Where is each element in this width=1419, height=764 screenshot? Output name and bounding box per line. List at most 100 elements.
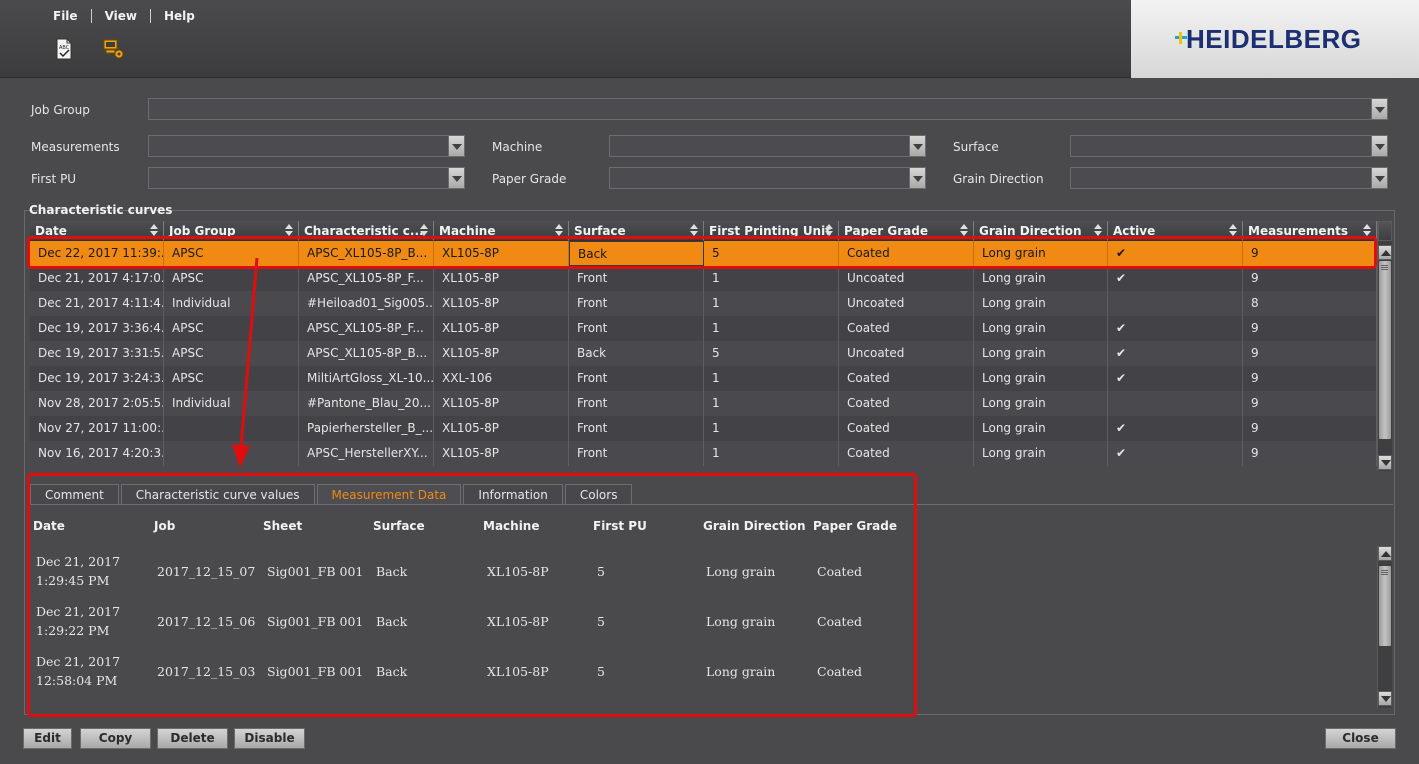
scroll-up-button[interactable] — [1378, 245, 1392, 260]
measurement-header-job[interactable]: Job — [154, 519, 175, 533]
column-header-active[interactable]: Active — [1108, 221, 1243, 241]
edit-button[interactable]: Edit — [23, 728, 72, 749]
menu-bar: File View Help — [40, 6, 208, 26]
sort-icon[interactable] — [825, 224, 833, 237]
surface-label: Surface — [953, 140, 999, 154]
cell-measurements: 9 — [1243, 266, 1377, 291]
chevron-down-icon[interactable] — [909, 136, 925, 156]
column-header-job-group[interactable]: Job Group — [164, 221, 299, 241]
paper-grade-combo[interactable] — [609, 167, 926, 189]
column-header-characteristic-curve[interactable]: Characteristic c... — [299, 221, 434, 241]
measurements-combo[interactable] — [148, 135, 465, 157]
chevron-down-icon[interactable] — [448, 136, 464, 156]
table-row[interactable]: Nov 16, 2017 4:20:3... APSC_HerstellerXY.… — [30, 441, 1377, 466]
sort-icon[interactable] — [960, 224, 968, 237]
column-header-label: First Printing Unit — [709, 224, 831, 238]
job-group-label: Job Group — [31, 103, 90, 117]
sort-icon[interactable] — [690, 224, 698, 237]
measurement-header-first-pu[interactable]: First PU — [593, 519, 647, 533]
scroll-thumb[interactable] — [1379, 566, 1391, 646]
measurement-row[interactable]: Dec 21, 2017 1:29:45 PM 2017_12_15_07 Sig00… — [30, 548, 1376, 598]
cell-characteristic-curve: APSC_XL105-8P_F... — [299, 266, 434, 291]
sort-icon[interactable] — [285, 224, 293, 237]
scroll-down-button[interactable] — [1378, 691, 1392, 706]
scroll-up-button[interactable] — [1378, 546, 1392, 561]
column-header-label: Grain Direction — [979, 224, 1082, 238]
spellcheck-doc-icon[interactable]: ABC — [53, 38, 75, 60]
job-group-combo[interactable] — [148, 98, 1388, 120]
delete-button[interactable]: Delete — [157, 728, 228, 749]
column-header-machine[interactable]: Machine — [434, 221, 569, 241]
measurement-header-date[interactable]: Date — [33, 519, 65, 533]
sort-icon[interactable] — [150, 224, 158, 237]
measurement-header-surface[interactable]: Surface — [373, 519, 425, 533]
tab-colors[interactable]: Colors — [564, 484, 633, 505]
tab-measurement-data[interactable]: Measurement Data — [316, 484, 462, 505]
scroll-down-button[interactable] — [1378, 455, 1392, 470]
measurement-header-sheet[interactable]: Sheet — [263, 519, 302, 533]
curves-scrollbar[interactable] — [1377, 221, 1392, 471]
first-pu-combo[interactable] — [148, 167, 465, 189]
table-row-selected[interactable]: Dec 22, 2017 11:39:... APSC APSC_XL105-8P_… — [30, 241, 1377, 266]
measurement-row[interactable]: Dec 21, 2017 1:29:22 PM 2017_12_15_06 Sig00… — [30, 598, 1376, 648]
menu-help[interactable]: Help — [151, 9, 208, 23]
disable-button[interactable]: Disable — [234, 728, 305, 749]
column-header-date[interactable]: Date — [30, 221, 164, 241]
tab-characteristic-curve-values[interactable]: Characteristic curve values — [120, 484, 315, 505]
table-row[interactable]: Dec 21, 2017 4:17:0... APSC APSC_XL105-8P_… — [30, 266, 1377, 291]
measurement-job: 2017_12_15_03 — [157, 664, 256, 679]
measurement-header-paper-grade[interactable]: Paper Grade — [813, 519, 897, 533]
cell-surface: Front — [569, 291, 704, 316]
close-button[interactable]: Close — [1325, 728, 1396, 749]
cell-measurements: 9 — [1243, 366, 1377, 391]
column-header-surface[interactable]: Surface — [569, 221, 704, 241]
column-header-paper-grade[interactable]: Paper Grade — [839, 221, 974, 241]
machine-combo[interactable] — [609, 135, 926, 157]
computer-settings-icon[interactable] — [103, 38, 125, 60]
chevron-down-icon[interactable] — [1371, 168, 1387, 188]
table-row[interactable]: Dec 21, 2017 4:11:4... Individual #Heiload… — [30, 291, 1377, 316]
surface-combo[interactable] — [1070, 135, 1388, 157]
cell-characteristic-curve: #Pantone_Blau_20... — [299, 391, 434, 416]
chevron-down-icon[interactable] — [1371, 99, 1387, 119]
menu-view[interactable]: View — [92, 9, 150, 23]
machine-label: Machine — [492, 140, 543, 154]
table-row-partial[interactable] — [30, 466, 1377, 471]
cell-measurements: 9 — [1243, 441, 1377, 466]
chevron-down-icon[interactable] — [448, 168, 464, 188]
sort-icon[interactable] — [420, 224, 428, 237]
table-row[interactable]: Dec 19, 2017 3:31:5... APSC APSC_XL105-8P_… — [30, 341, 1377, 366]
measurement-header-grain-direction[interactable]: Grain Direction — [703, 519, 806, 533]
sort-icon[interactable] — [1363, 224, 1371, 237]
column-header-measurements[interactable]: Measurements — [1243, 221, 1377, 241]
cell-active: ✔ — [1108, 266, 1243, 291]
measurement-scrollbar[interactable] — [1377, 546, 1392, 708]
cell-job-group: APSC — [164, 266, 299, 291]
table-row[interactable]: Dec 19, 2017 3:24:3... APSC MiltiArtGloss_… — [30, 366, 1377, 391]
copy-button[interactable]: Copy — [80, 728, 151, 749]
chevron-down-icon[interactable] — [1371, 136, 1387, 156]
sort-icon[interactable] — [1094, 224, 1102, 237]
measurement-header-machine[interactable]: Machine — [483, 519, 540, 533]
column-header-grain-direction[interactable]: Grain Direction — [974, 221, 1108, 241]
sort-icon[interactable] — [555, 224, 563, 237]
tab-information[interactable]: Information — [463, 484, 563, 505]
table-row[interactable]: Dec 19, 2017 3:36:4... APSC APSC_XL105-8P_… — [30, 316, 1377, 341]
cell-active — [1108, 391, 1243, 416]
tab-divider — [30, 504, 1393, 505]
measurement-row[interactable]: Dec 21, 2017 12:58:04 PM 2017_12_15_03 Sig0… — [30, 648, 1376, 698]
cell-surface: Back — [569, 341, 704, 366]
cell-paper-grade: Uncoated — [839, 291, 974, 316]
grain-direction-combo[interactable] — [1070, 167, 1388, 189]
column-header-first-printing-unit[interactable]: First Printing Unit — [704, 221, 839, 241]
sort-icon[interactable] — [1229, 224, 1237, 237]
chevron-down-icon[interactable] — [909, 168, 925, 188]
scroll-thumb[interactable] — [1379, 261, 1391, 439]
first-pu-label: First PU — [31, 172, 77, 186]
table-row[interactable]: Nov 28, 2017 2:05:5... Individual #Pantone… — [30, 391, 1377, 416]
menu-file[interactable]: File — [40, 9, 91, 23]
cell-active — [1108, 291, 1243, 316]
tab-comment[interactable]: Comment — [30, 484, 119, 505]
column-header-label: Job Group — [169, 224, 236, 238]
table-row[interactable]: Nov 27, 2017 11:00:... Papierhersteller_B… — [30, 416, 1377, 441]
